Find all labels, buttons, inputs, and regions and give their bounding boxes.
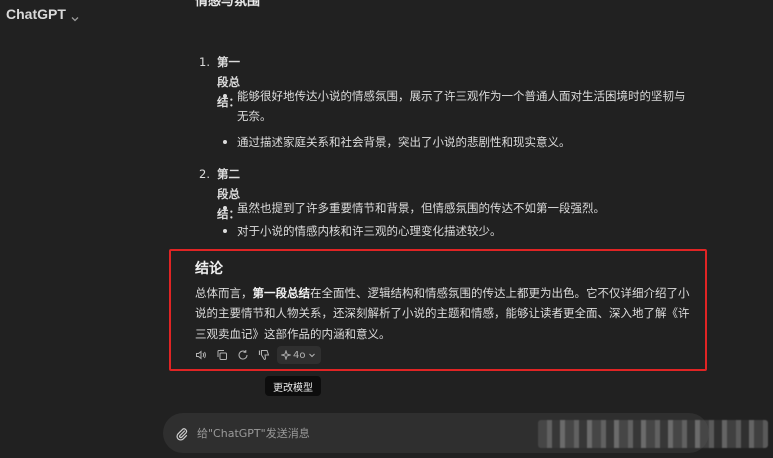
chevron-down-icon: [309, 353, 316, 358]
conclusion-bold: 第一段总结: [252, 286, 311, 300]
read-aloud-button[interactable]: [191, 346, 210, 364]
chat-app: ChatGPT 情感与氛围 1. 第一段总结： 能够很好地传达小说的情感氛围，展…: [0, 0, 773, 458]
regenerate-icon: [238, 350, 248, 360]
paperclip-icon: [176, 428, 188, 441]
tooltip: 更改模型: [265, 376, 321, 396]
model-selector[interactable]: ChatGPT: [0, 0, 80, 28]
conclusion-title: 结论: [195, 261, 223, 277]
regenerate-button[interactable]: [233, 346, 252, 364]
model-label: 4o: [293, 349, 306, 361]
section-number: 2.: [199, 167, 210, 181]
sparkle-icon: [281, 350, 291, 360]
copy-icon: [216, 350, 227, 360]
conclusion-text-part: 总体而言，: [195, 286, 253, 300]
blurred-watermark: [538, 420, 768, 448]
message-actions: 4o: [191, 346, 322, 364]
list-item: 虽然也提到了许多重要情节和背景，但情感氛围的传达不如第一段强烈。: [223, 198, 693, 218]
list-item: 对于小说的情感内核和许三观的心理变化描述较少。: [223, 221, 693, 241]
copy-button[interactable]: [212, 346, 231, 364]
speaker-icon: [195, 350, 206, 360]
attach-button[interactable]: [175, 426, 189, 441]
section-1-bullets: 能够很好地传达小说的情感氛围，展示了许三观作为一个普通人面对生活困境时的坚韧与无…: [223, 86, 693, 152]
list-item: 通过描述家庭关系和社会背景，突出了小说的悲剧性和现实意义。: [223, 132, 693, 152]
section-number: 1.: [199, 55, 210, 69]
thumbs-down-icon: [258, 350, 269, 360]
list-item: 能够很好地传达小说的情感氛围，展示了许三观作为一个普通人面对生活困境时的坚韧与无…: [223, 86, 693, 126]
change-model-button[interactable]: 4o: [277, 346, 322, 364]
clipped-heading: 情感与氛围: [195, 0, 261, 9]
app-title: ChatGPT: [6, 6, 66, 22]
chevron-down-icon: [70, 9, 80, 22]
conclusion-text: 总体而言，第一段总结在全面性、逻辑结构和情感氛围的传达上都更为出色。它不仅详细介…: [195, 283, 700, 344]
section-2-bullets: 虽然也提到了许多重要情节和背景，但情感氛围的传达不如第一段强烈。 对于小说的情感…: [223, 198, 693, 241]
thumbs-down-button[interactable]: [254, 346, 273, 364]
